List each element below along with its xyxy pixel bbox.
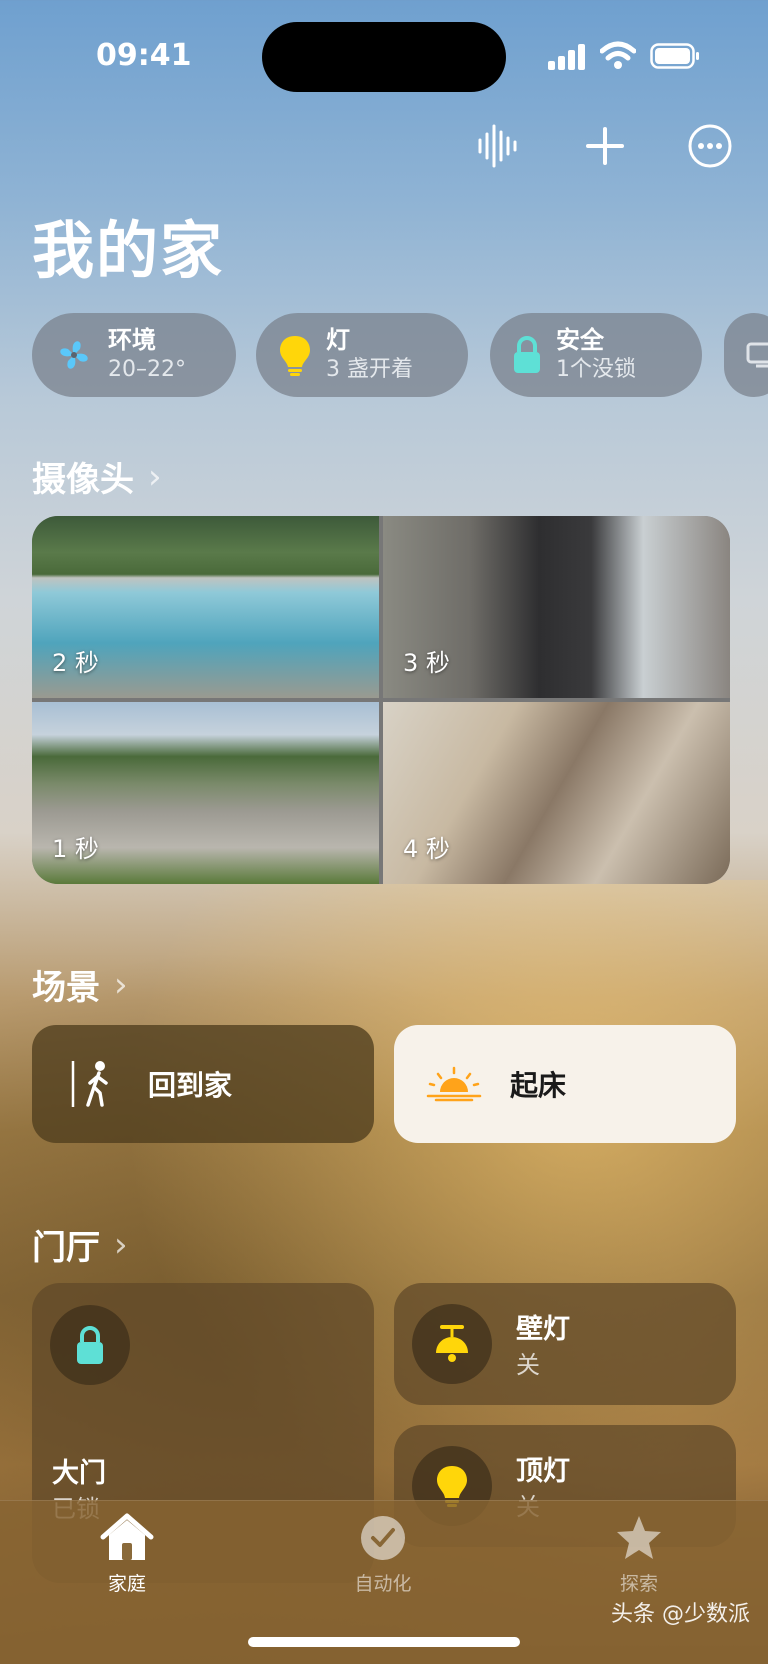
lock-icon xyxy=(514,336,540,373)
chip-subtitle: 1个没锁 xyxy=(556,357,636,382)
tab-discover[interactable]: 探索 xyxy=(584,1513,694,1596)
camera-feed-pool[interactable]: 2 秒 xyxy=(32,516,379,698)
chip-title: 环境 xyxy=(108,326,156,354)
scene-label: 起床 xyxy=(510,1069,567,1102)
wifi-icon xyxy=(600,41,636,69)
bulb-icon xyxy=(280,336,310,376)
section-title: 摄像头 xyxy=(32,460,134,500)
tab-label: 家庭 xyxy=(107,1573,146,1595)
section-scenes[interactable]: 场景 › xyxy=(32,960,128,1009)
accessory-state: 关 xyxy=(516,1351,540,1379)
cellular-signal-icon xyxy=(548,44,585,70)
watermark: 头条 @少数派 xyxy=(611,1602,750,1627)
tab-automation[interactable]: 自动化 xyxy=(328,1513,438,1596)
chip-subtitle: 3 盏开着 xyxy=(326,357,413,382)
chip-climate[interactable]: 环境 20–22° xyxy=(32,313,236,397)
house-icon xyxy=(100,1513,154,1560)
accessory-name: 大门 xyxy=(52,1458,106,1489)
chip-subtitle: 20–22° xyxy=(108,357,186,382)
camera-feed-garage[interactable]: 3 秒 xyxy=(383,516,730,698)
battery-icon xyxy=(650,43,699,69)
plus-icon[interactable] xyxy=(581,122,629,170)
page-title: 我的家 xyxy=(32,214,225,287)
walking-person-icon xyxy=(71,1061,108,1107)
camera-timestamp: 4 秒 xyxy=(403,835,450,863)
scene-arrive-home[interactable]: 回到家 xyxy=(32,1025,374,1143)
tab-home[interactable]: 家庭 xyxy=(72,1513,182,1596)
dynamic-island xyxy=(262,22,506,92)
home-indicator[interactable] xyxy=(248,1637,520,1647)
scene-wake-up[interactable]: 起床 xyxy=(394,1025,736,1143)
chip-security[interactable]: 安全 1个没锁 xyxy=(490,313,702,397)
star-icon xyxy=(617,1516,661,1559)
chevron-right-icon: › xyxy=(114,964,128,1005)
camera-grid: 2 秒 3 秒 1 秒 4 秒 xyxy=(32,516,730,884)
accessory-name: 顶灯 xyxy=(516,1456,570,1487)
chip-title: 灯 xyxy=(326,326,350,354)
tab-label: 探索 xyxy=(619,1573,658,1595)
sunrise-icon xyxy=(426,1066,482,1102)
chip-partial[interactable] xyxy=(724,313,768,397)
tv-icon xyxy=(746,342,768,368)
lock-icon xyxy=(50,1305,130,1385)
camera-timestamp: 2 秒 xyxy=(52,649,99,677)
fan-icon xyxy=(60,341,88,369)
section-cameras[interactable]: 摄像头 › xyxy=(32,452,162,501)
camera-feed-living-room[interactable]: 4 秒 xyxy=(383,702,730,884)
clock-check-icon xyxy=(361,1516,405,1560)
ellipsis-circle-icon[interactable] xyxy=(686,122,734,170)
chip-title: 安全 xyxy=(556,326,604,354)
camera-timestamp: 3 秒 xyxy=(403,649,450,677)
chevron-right-icon: › xyxy=(114,1224,128,1265)
accessory-name: 壁灯 xyxy=(516,1314,570,1345)
accessory-wall-light[interactable]: 壁灯 关 xyxy=(394,1283,736,1405)
camera-feed-driveway[interactable]: 1 秒 xyxy=(32,702,379,884)
section-room[interactable]: 门厅 › xyxy=(32,1220,128,1269)
chevron-right-icon: › xyxy=(148,456,162,497)
status-time: 09:41 xyxy=(96,38,192,73)
scene-label: 回到家 xyxy=(148,1069,233,1102)
waveform-icon[interactable] xyxy=(474,122,522,170)
camera-timestamp: 1 秒 xyxy=(52,835,99,863)
ceiling-lamp-icon xyxy=(412,1304,492,1384)
section-title: 场景 xyxy=(32,968,100,1008)
tab-label: 自动化 xyxy=(354,1573,412,1595)
chip-lights[interactable]: 灯 3 盏开着 xyxy=(256,313,468,397)
section-title: 门厅 xyxy=(32,1228,100,1268)
